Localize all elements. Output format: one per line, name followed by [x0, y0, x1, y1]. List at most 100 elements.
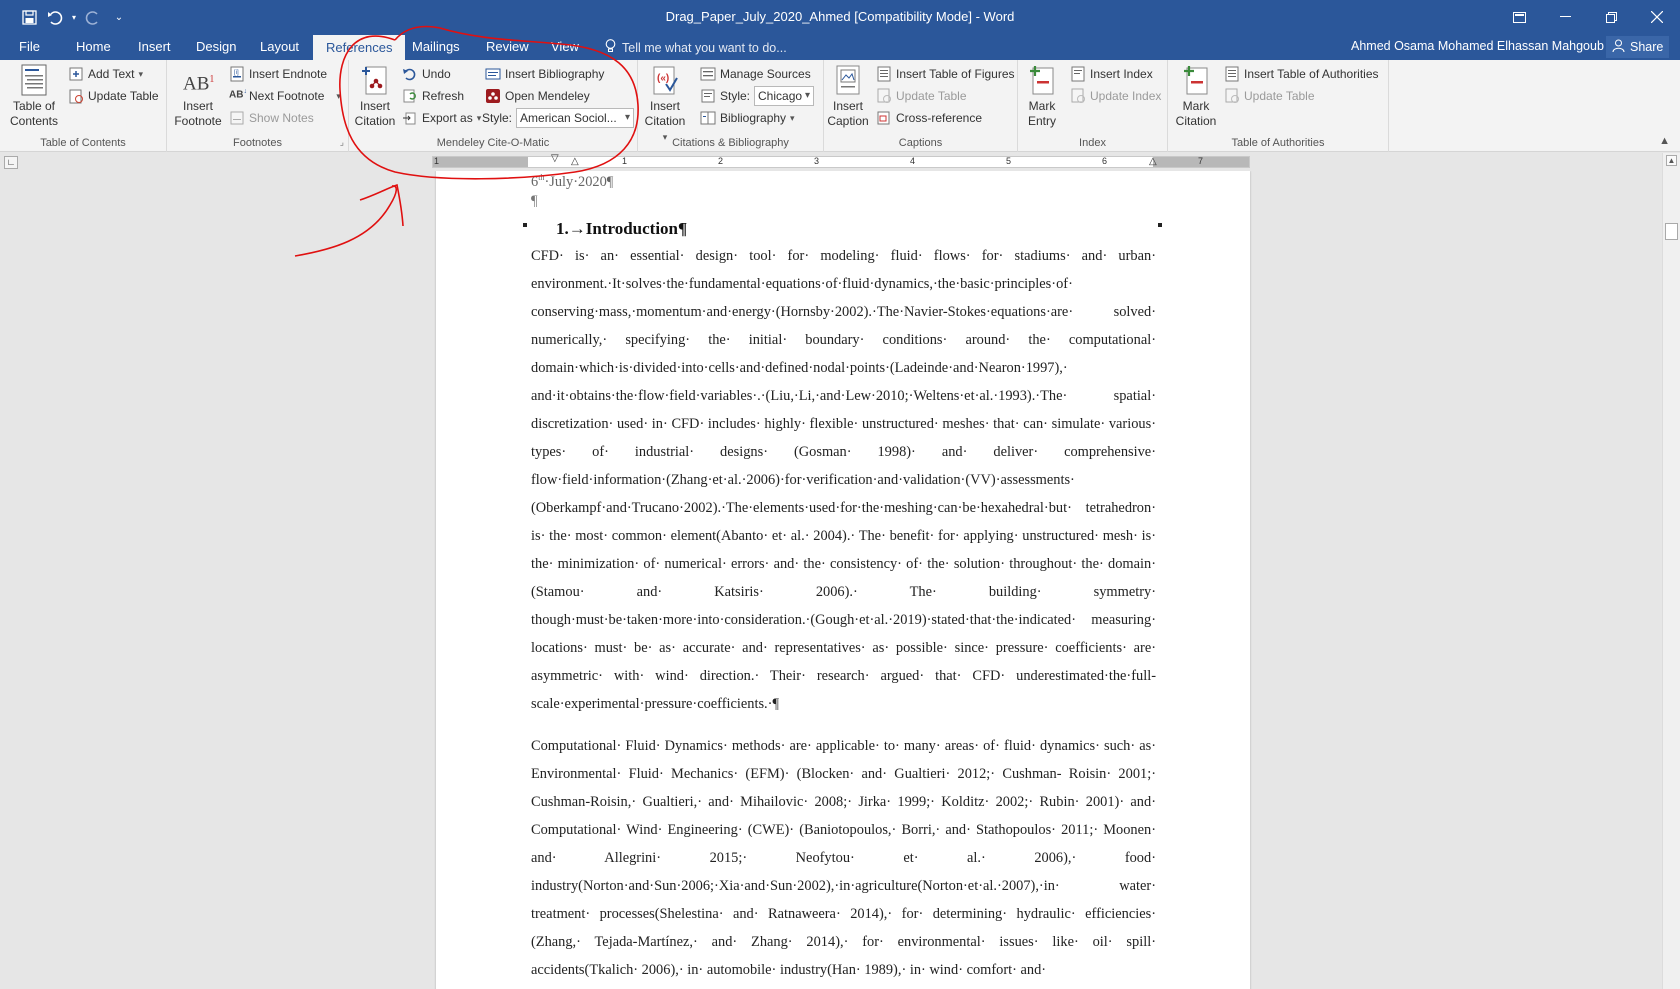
hanging-indent-marker-icon[interactable]: △ [571, 156, 579, 167]
ruler-number: 1 [434, 156, 440, 166]
insert-bibliography-button[interactable]: Insert Bibliography [485, 64, 604, 84]
tab-layout[interactable]: Layout [260, 38, 299, 60]
ruler-bar: ∟ 1 1 2 3 4 5 6 7 ▽ △ △ [0, 153, 1680, 171]
mendeley-style-dropdown[interactable]: American Sociol... [516, 108, 635, 128]
mendeley-insert-citation-button[interactable]: Insert Citation [352, 64, 398, 129]
update-table-button[interactable]: Update Table [68, 86, 159, 106]
cross-reference-label: Cross-reference [896, 111, 983, 125]
mendeley-style-selector[interactable]: Style: American Sociol... [482, 108, 635, 128]
authorities-update-table-label: Update Table [1244, 89, 1315, 103]
open-mendeley-label: Open Mendeley [505, 89, 590, 103]
user-name[interactable]: Ahmed Osama Mohamed Elhassan Mahgoub [1351, 39, 1604, 53]
dialog-launcher-icon[interactable]: ⌟ [340, 137, 344, 148]
next-footnote-button[interactable]: AB↓ Next Footnote ▾ [229, 86, 341, 106]
first-line-indent-marker-icon[interactable]: ▽ [551, 153, 559, 164]
citation-style-dropdown[interactable]: Chicago [754, 86, 815, 106]
add-text-icon [68, 66, 84, 82]
right-indent-marker-icon[interactable]: △ [1149, 156, 1157, 167]
chevron-down-icon: ▾ [790, 112, 795, 123]
update-index-button[interactable]: Update Index [1070, 86, 1161, 106]
group-mendeley: Insert Citation Undo Refresh Export as ▾ … [349, 60, 638, 152]
mendeley-undo-button[interactable]: Undo [402, 64, 451, 84]
manage-sources-icon [700, 66, 716, 82]
group-captions: Insert Caption Insert Table of Figures U… [824, 60, 1018, 152]
tab-mailings[interactable]: Mailings [412, 38, 460, 60]
group-label: Table of Contents [40, 137, 126, 149]
open-mendeley-button[interactable]: Open Mendeley [485, 86, 590, 106]
bibliography-book-icon [700, 110, 716, 126]
insert-index-button[interactable]: Insert Index [1070, 64, 1153, 84]
date-rest: ·July·2020¶ [544, 173, 614, 190]
tab-review[interactable]: Review [486, 38, 529, 60]
document-page[interactable]: 6th·July·2020¶ ¶ 1.→Introduction¶ CFD· i… [436, 171, 1250, 989]
scroll-thumb[interactable] [1665, 223, 1678, 240]
scroll-up-icon[interactable]: ▲ [1666, 155, 1677, 166]
endnote-icon: [i] [229, 66, 245, 82]
insert-table-of-figures-button[interactable]: Insert Table of Figures [876, 64, 1015, 84]
export-icon [402, 110, 418, 126]
citation-style-selector[interactable]: Style: Chicago [700, 86, 815, 106]
bibliography-button[interactable]: Bibliography ▾ [700, 108, 795, 128]
mendeley-export-button[interactable]: Export as ▾ [402, 108, 481, 128]
cross-reference-button[interactable]: Cross-reference [876, 108, 982, 128]
table-of-authorities-icon [1224, 66, 1240, 82]
insert-citation-button[interactable]: («) Insert Citation ▾ [641, 64, 689, 145]
tab-view[interactable]: View [551, 38, 579, 60]
table-of-contents-button[interactable]: Table of Contents [4, 64, 64, 129]
insert-table-of-authorities-label: Insert Table of Authorities [1244, 67, 1379, 81]
captions-update-table-button[interactable]: Update Table [876, 86, 967, 106]
next-footnote-label: Next Footnote [249, 89, 325, 103]
empty-paragraph: ¶ [531, 193, 538, 209]
mendeley-refresh-button[interactable]: Refresh [402, 86, 464, 106]
window-controls [1496, 0, 1680, 34]
heading-introduction: 1.→Introduction¶ [556, 219, 688, 238]
insert-endnote-label: Insert Endnote [249, 67, 328, 81]
update-table-icon [1224, 88, 1240, 104]
ruler-number: 7 [1198, 156, 1204, 166]
mark-entry-icon [1027, 64, 1057, 96]
group-table-of-authorities: Mark Citation Insert Table of Authoritie… [1168, 60, 1389, 152]
mendeley-insert-citation-label: Insert Citation [354, 99, 396, 128]
keep-with-next-marker [1158, 223, 1162, 227]
bibliography-label: Bibliography [720, 111, 787, 125]
authorities-update-table-button[interactable]: Update Table [1224, 86, 1315, 106]
show-notes-icon [229, 110, 245, 126]
show-notes-label: Show Notes [249, 111, 314, 125]
insert-caption-button[interactable]: Insert Caption [824, 64, 872, 129]
tab-selector-icon[interactable]: ∟ [4, 156, 18, 169]
vertical-scrollbar[interactable]: ▲ [1662, 153, 1680, 989]
chevron-down-icon: ▾ [336, 90, 341, 101]
mark-citation-button[interactable]: Mark Citation [1172, 64, 1220, 129]
insert-footnote-button[interactable]: AB1 Insert Footnote [171, 64, 225, 129]
tell-me-text: Tell me what you want to do... [622, 40, 787, 55]
horizontal-ruler[interactable]: 1 1 2 3 4 5 6 7 ▽ △ △ [432, 153, 1250, 168]
citation-style-label: Style: [720, 89, 751, 103]
insert-bibliography-label: Insert Bibliography [505, 67, 605, 81]
minimize-icon[interactable] [1542, 0, 1588, 34]
add-text-button[interactable]: Add Text ▾ [68, 64, 143, 84]
style-icon [700, 88, 716, 104]
close-icon[interactable] [1634, 0, 1680, 34]
insert-table-of-figures-label: Insert Table of Figures [896, 67, 1015, 81]
manage-sources-button[interactable]: Manage Sources [700, 64, 811, 84]
insert-table-of-authorities-button[interactable]: Insert Table of Authorities [1224, 64, 1379, 84]
restore-icon[interactable] [1588, 0, 1634, 34]
undo-icon [402, 66, 418, 82]
tab-home[interactable]: Home [76, 38, 111, 60]
show-notes-button[interactable]: Show Notes [229, 108, 314, 128]
mark-citation-icon [1181, 64, 1211, 96]
share-button[interactable]: Share [1606, 36, 1670, 58]
ribbon-display-options-icon[interactable] [1496, 0, 1542, 34]
collapse-ribbon-icon[interactable]: ▲ [1659, 135, 1670, 147]
group-table-of-contents: Table of Contents Add Text ▾ Update Table… [0, 60, 167, 152]
tell-me-box[interactable]: Tell me what you want to do... [605, 39, 787, 56]
mendeley-refresh-label: Refresh [422, 89, 465, 103]
tab-file[interactable]: File [19, 38, 40, 60]
ruler-number: 2 [718, 156, 724, 166]
mark-entry-button[interactable]: Mark Entry [1022, 64, 1062, 129]
insert-endnote-button[interactable]: [i] Insert Endnote [229, 64, 327, 84]
tab-insert[interactable]: Insert [138, 38, 171, 60]
tab-references[interactable]: References [313, 35, 406, 60]
tab-design[interactable]: Design [196, 38, 236, 60]
group-label: Table of Authorities [1231, 137, 1325, 149]
